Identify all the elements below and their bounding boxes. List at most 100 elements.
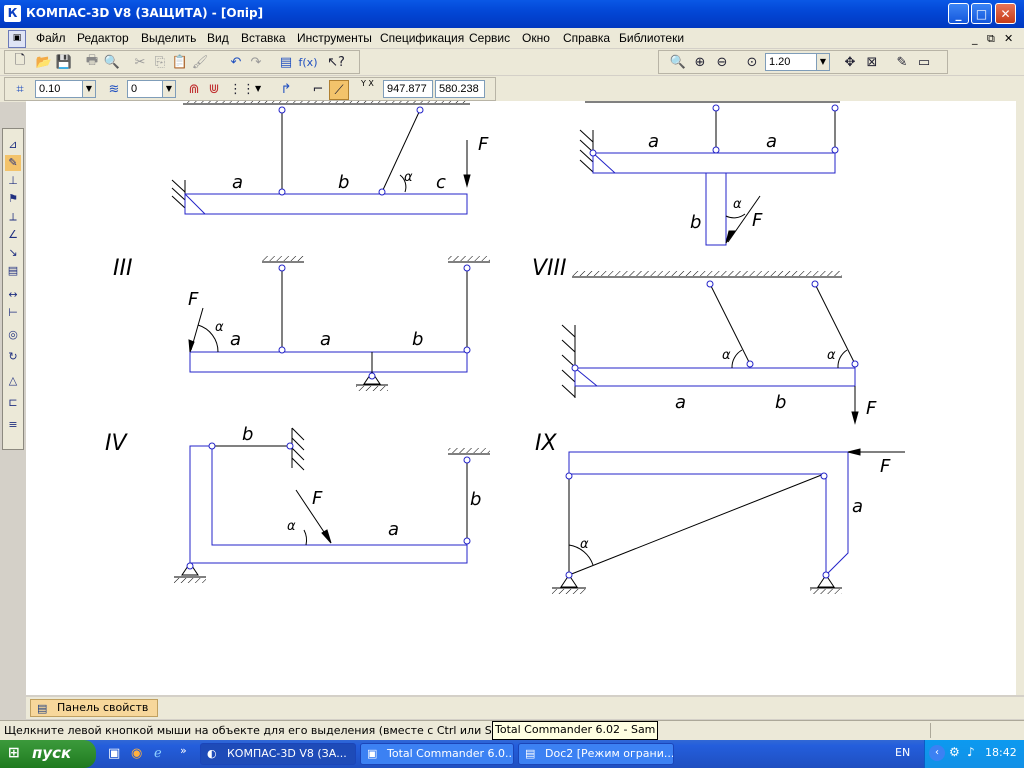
zoom-out-icon[interactable]: ⊖ [713,53,731,71]
ortho-icon[interactable]: ⌐ [309,80,327,98]
length-label-a: a [675,392,686,413]
language-indicator[interactable]: EN [895,746,910,759]
menu-libraries[interactable]: Библиотеки [619,31,684,45]
maximize-button[interactable]: □ [971,3,992,24]
length-label-a: a [232,172,243,193]
start-button[interactable]: ⊞ пуск [0,740,96,768]
frame-icon[interactable]: ⊏ [5,395,21,411]
symbols-icon[interactable]: ⚑ [5,191,21,207]
coord-y-input[interactable]: 580.238 [435,80,485,98]
coord-x-input[interactable]: 947.877 [383,80,433,98]
doc-close-button[interactable]: ✕ [1004,32,1013,45]
dimensions-icon[interactable]: ⊥ [5,173,21,189]
step-icon[interactable]: ⌗ [11,80,29,98]
arc-icon[interactable]: ↻ [5,349,21,365]
paste-icon[interactable]: 📋 [171,53,189,71]
width-dim-icon[interactable]: ⊢ [5,305,21,321]
scheme-3 [188,261,490,386]
force-label: F [866,398,877,419]
brush-icon[interactable]: 🖌 [191,53,209,71]
properties-magnet-icon[interactable]: ⋒ [185,80,203,98]
layer-dropdown-arrow[interactable]: ▼ [162,80,176,98]
app-icon[interactable]: К [4,5,21,22]
undo-icon[interactable]: ↶ [227,53,245,71]
step-dropdown-arrow[interactable]: ▼ [82,80,96,98]
refresh-icon[interactable]: ✎ [893,53,911,71]
zoom-in-icon[interactable]: ⊕ [691,53,709,71]
geometry-icon[interactable]: ⊿ [5,137,21,153]
select-icon[interactable]: ↘ [5,245,21,261]
hatch-icon[interactable]: ≡ [5,417,21,433]
local-cs-icon[interactable]: ↱ [277,80,295,98]
display-icon[interactable]: ▭ [915,53,933,71]
menu-insert[interactable]: Вставка [241,31,286,45]
vertical-scrollbar[interactable] [1016,101,1024,695]
menu-select[interactable]: Выделить [141,31,196,45]
zoom-input[interactable]: 1.20 [765,53,817,71]
force-label: F [312,488,323,509]
length-label-b: b [412,329,423,350]
manager-icon[interactable]: ▤ [277,53,295,71]
fit-all-icon[interactable]: ⊠ [863,53,881,71]
quicklaunch-save-icon[interactable]: ▣ [108,746,120,761]
menu-tools[interactable]: Инструменты [297,31,372,45]
linear-dim-icon[interactable]: ↔ [5,287,21,303]
menu-help[interactable]: Справка [563,31,610,45]
copy-icon[interactable]: ⎘ [151,53,169,71]
edit-icon[interactable]: ✎ [5,155,21,171]
volume-icon[interactable]: ♪ [967,745,975,759]
drawing-canvas[interactable]: III VIII IV IX F a b c α a a b F α F α a… [26,96,1016,695]
open-icon[interactable]: 📂 [35,53,53,71]
cut-icon[interactable]: ✂ [131,53,149,71]
menu-view[interactable]: Вид [207,31,229,45]
clock[interactable]: 18:42 [985,746,1017,759]
function-icon[interactable]: f(x) [299,53,318,71]
grid-icon[interactable]: ⋮⋮ [229,80,255,98]
measure-icon[interactable]: ∠ [5,227,21,243]
snap-toggle-icon[interactable]: ⟋ [329,80,349,100]
parametrization-icon[interactable]: ⟂ [5,209,21,225]
cursor-step-input[interactable]: 0.10 [35,80,83,98]
angle-label: α [733,197,742,212]
doc-minimize-button[interactable]: _ [972,32,978,45]
standard-toolbar: 🗋 📂 💾 🖶 🔍 ✂ ⎘ 📋 🖌 ↶ ↷ ▤ f(x) ↖? 🔍 ⊕ ⊖ ⊙ … [0,49,1024,75]
save-icon[interactable]: 💾 [55,53,73,71]
title-bar[interactable]: К КОМПАС-3D V8 (ЗАЩИТА) - [Опір] _ □ ✕ [0,0,1024,28]
snap-magnet-icon[interactable]: ⋓ [205,80,223,98]
menu-editor[interactable]: Редактор [77,31,129,45]
preview-icon[interactable]: 🔍 [103,53,121,71]
help-cursor-icon[interactable]: ↖? [327,53,345,71]
layer-input[interactable]: 0 [127,80,163,98]
tray-expand-icon[interactable]: ‹ [929,745,945,761]
close-button[interactable]: ✕ [995,3,1016,24]
quicklaunch-firefox-icon[interactable]: ◉ [131,746,142,761]
taskbar-item-kompas[interactable]: ◐ КОМПАС-3D V8 (ЗА... [200,743,356,765]
document-icon[interactable]: ▣ [8,30,26,48]
new-document-icon[interactable]: 🗋 [11,53,29,71]
length-label-a: a [852,496,863,517]
taskbar-item-doc2[interactable]: ▤ Doc2 [Режим ограни... [518,743,674,765]
zoom-window-icon[interactable]: 🔍 [669,53,687,71]
pan-icon[interactable]: ✥ [841,53,859,71]
quicklaunch-more-icon[interactable]: » [180,744,187,757]
zoom-dropdown-arrow[interactable]: ▼ [816,53,830,71]
properties-panel-tab[interactable]: ▤ Панель свойств [30,699,158,717]
layers-icon[interactable]: ≋ [105,80,123,98]
doc-restore-button[interactable]: ⧉ [987,32,995,46]
redo-icon[interactable]: ↷ [247,53,265,71]
grid-dropdown-arrow[interactable]: ▼ [255,84,261,93]
zoom-scale-icon[interactable]: ⊙ [743,53,761,71]
network-icon[interactable]: ⚙ [949,745,960,759]
quicklaunch-ie-icon[interactable]: ℯ [154,746,162,761]
menu-service[interactable]: Сервис [469,31,510,45]
menu-specification[interactable]: Спецификация [380,31,464,45]
minimize-button[interactable]: _ [948,3,969,24]
length-label-a: a [766,131,777,152]
menu-file[interactable]: Файл [36,31,66,45]
taskbar-item-total-commander[interactable]: ▣ Total Commander 6.0... [360,743,514,765]
triangle-icon[interactable]: △ [5,373,21,389]
menu-window[interactable]: Окно [522,31,550,45]
print-icon[interactable]: 🖶 [83,53,101,71]
spec-icon[interactable]: ▤ [5,263,21,279]
circle-icon[interactable]: ◎ [5,327,21,343]
